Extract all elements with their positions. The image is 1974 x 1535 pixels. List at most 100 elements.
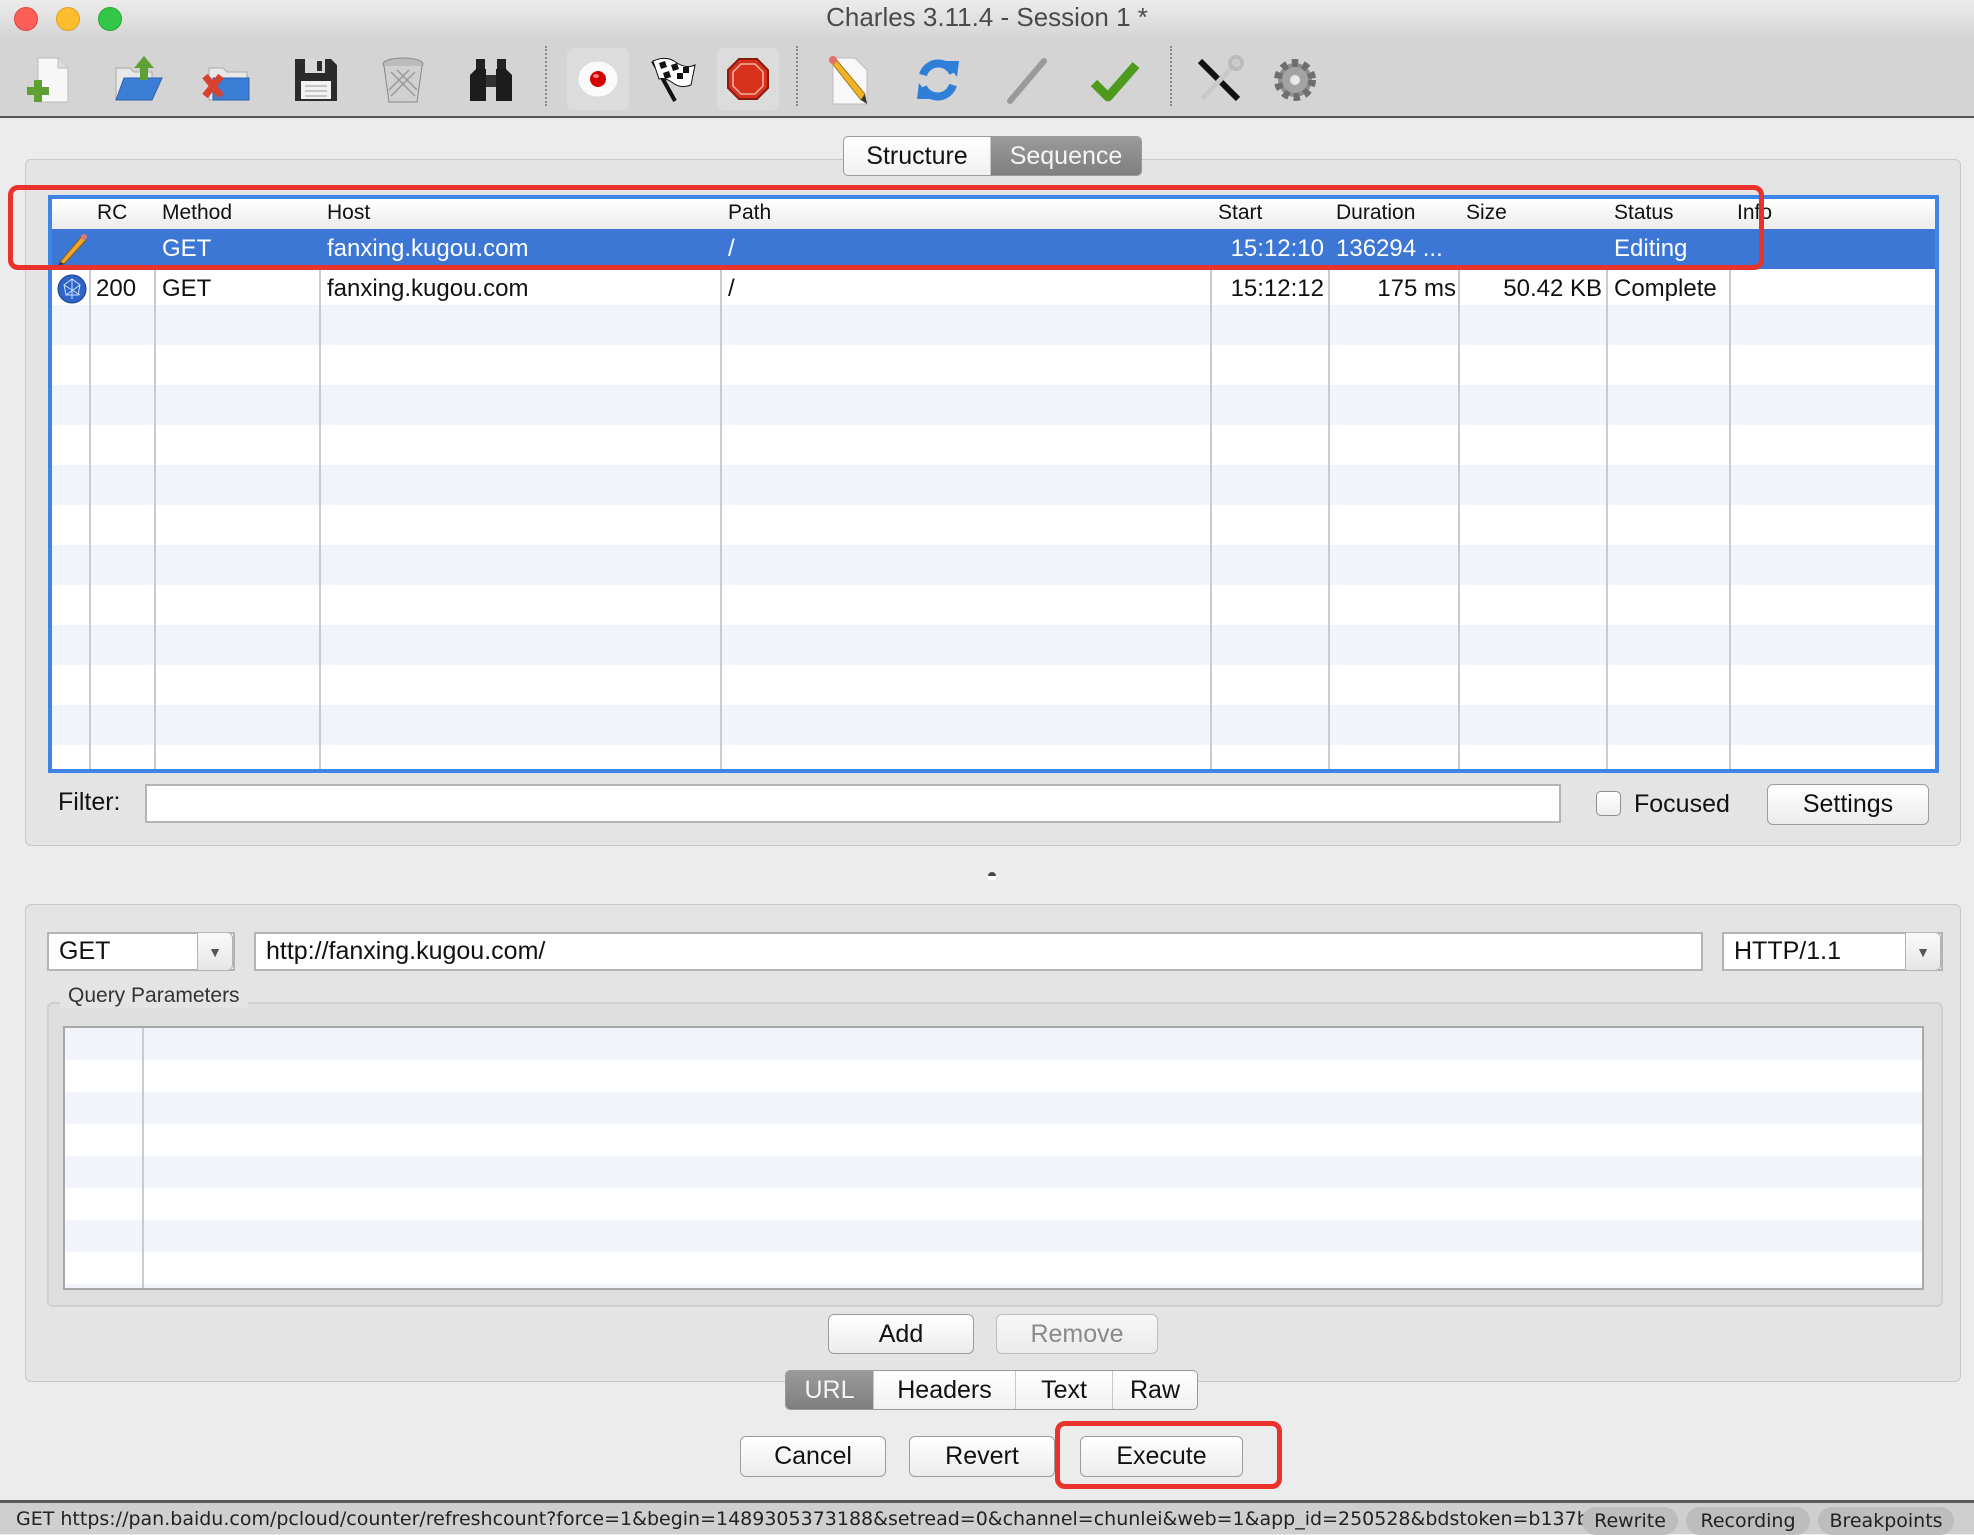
pencil-edit-icon (58, 234, 87, 266)
column-header-rc[interactable]: RC (91, 201, 127, 225)
execute-button[interactable]: Execute (1080, 1436, 1243, 1477)
close-session-button[interactable] (199, 52, 255, 108)
window-title: Charles 3.11.4 - Session 1 * (826, 2, 1148, 32)
toolbar-separator (796, 46, 798, 106)
empty-row (52, 385, 1935, 425)
column-header-method[interactable]: Method (156, 201, 232, 225)
focused-checkbox[interactable] (1596, 791, 1621, 816)
recording-status-button[interactable]: Recording (1686, 1507, 1810, 1535)
empty-row (52, 465, 1935, 505)
window-chrome: Charles 3.11.4 - Session 1 * (0, 0, 1974, 118)
record-button[interactable] (567, 48, 629, 110)
refresh-repeat-icon (917, 59, 959, 101)
chevron-down-icon: ▼ (1905, 932, 1941, 971)
cancel-button[interactable]: Cancel (740, 1436, 886, 1477)
cell-duration: 136294 ... (1336, 235, 1443, 262)
globe-network-icon (57, 274, 87, 304)
column-header-info[interactable]: Info (1731, 201, 1772, 225)
tab-headers[interactable]: Headers (874, 1371, 1016, 1409)
save-button[interactable] (287, 52, 343, 108)
cell-start: 15:12:10 (1230, 235, 1324, 262)
empty-row (52, 625, 1935, 665)
validate-button[interactable] (999, 52, 1055, 108)
open-session-button[interactable] (110, 52, 166, 108)
cell-path: / (728, 275, 735, 302)
save-icon (295, 59, 337, 101)
gear-icon (1274, 59, 1316, 101)
filter-input[interactable] (145, 784, 1561, 823)
tools-button[interactable] (1191, 52, 1247, 108)
new-session-icon (27, 57, 69, 103)
column-header-status[interactable]: Status (1608, 201, 1674, 225)
column-header-duration[interactable]: Duration (1330, 201, 1415, 225)
column-header-start[interactable]: Start (1212, 201, 1262, 225)
cell-size: 50.42 KB (1503, 275, 1602, 302)
cell-status: Editing (1614, 235, 1688, 262)
filter-label: Filter: (58, 788, 121, 816)
empty-row (52, 705, 1935, 745)
compose-button[interactable] (822, 52, 878, 108)
record-icon (577, 60, 619, 98)
table-row[interactable]: GET fanxing.kugou.com / 15:12:10 136294 … (52, 229, 1935, 269)
open-session-icon (115, 56, 163, 101)
query-parameters-label: Query Parameters (60, 984, 248, 1008)
cell-method: GET (162, 235, 212, 262)
empty-row (52, 545, 1935, 585)
status-message: GET https://pan.baidu.com/pcloud/counter… (16, 1508, 1619, 1530)
stop-sign-icon (727, 58, 769, 100)
binoculars-icon (470, 59, 512, 101)
repeat-button[interactable] (910, 52, 966, 108)
cell-host: fanxing.kugou.com (327, 235, 529, 262)
cell-duration: 175 ms (1377, 275, 1456, 302)
breakpoints-status-button[interactable]: Breakpoints (1818, 1507, 1954, 1535)
clear-session-button[interactable] (375, 52, 431, 108)
cell-path: / (728, 235, 735, 262)
cell-method: GET (162, 275, 212, 302)
column-header-path[interactable]: Path (722, 201, 771, 225)
new-session-button[interactable] (22, 52, 78, 108)
tab-text[interactable]: Text (1016, 1371, 1113, 1409)
empty-row (52, 305, 1935, 345)
focused-label: Focused (1634, 790, 1730, 818)
pen-icon (1007, 58, 1047, 104)
revert-button[interactable]: Revert (909, 1436, 1055, 1477)
cell-start: 15:12:12 (1230, 275, 1324, 302)
column-header-host[interactable]: Host (321, 201, 370, 225)
splitter-handle[interactable] (988, 872, 998, 882)
sequence-table: RC Method Host Path Start Duration Size … (48, 195, 1939, 773)
cell-rc: 200 (96, 275, 137, 302)
throttle-button[interactable] (644, 52, 700, 108)
checkmark-icon (1090, 62, 1140, 102)
trash-icon (382, 57, 424, 103)
tools-icon (1197, 55, 1244, 102)
tab-url[interactable]: URL (786, 1371, 874, 1409)
view-mode-tabs: Structure Sequence (843, 136, 1142, 176)
table-row[interactable]: 200 GET fanxing.kugou.com / 15:12:12 175… (52, 269, 1935, 309)
find-button[interactable] (463, 52, 519, 108)
tab-structure[interactable]: Structure (844, 137, 991, 175)
checkered-flag-icon (651, 57, 696, 102)
cell-host: fanxing.kugou.com (327, 275, 529, 302)
preferences-button[interactable] (1267, 52, 1323, 108)
method-select[interactable]: GET ▼ (47, 932, 235, 971)
edit-document-icon (829, 56, 868, 105)
table-header: RC Method Host Path Start Duration Size … (52, 199, 1935, 230)
status-bar: GET https://pan.baidu.com/pcloud/counter… (0, 1500, 1974, 1535)
remove-parameter-button[interactable]: Remove (996, 1314, 1158, 1354)
tick-button[interactable] (1087, 52, 1143, 108)
toolbar-separator (1170, 46, 1172, 106)
column-header-size[interactable]: Size (1460, 201, 1507, 225)
url-input[interactable]: http://fanxing.kugou.com/ (254, 932, 1703, 971)
tab-sequence[interactable]: Sequence (991, 137, 1141, 175)
cell-status: Complete (1614, 275, 1717, 302)
request-view-tabs: URL Headers Text Raw (785, 1370, 1198, 1410)
tab-raw[interactable]: Raw (1113, 1371, 1197, 1409)
query-parameters-table[interactable] (63, 1026, 1924, 1290)
add-parameter-button[interactable]: Add (828, 1314, 974, 1354)
column-divider (142, 1028, 144, 1288)
rewrite-status-button[interactable]: Rewrite (1582, 1507, 1678, 1535)
breakpoints-button[interactable] (717, 48, 779, 110)
settings-button[interactable]: Settings (1767, 784, 1929, 825)
protocol-select[interactable]: HTTP/1.1 ▼ (1722, 932, 1943, 971)
toolbar-separator (545, 46, 547, 106)
